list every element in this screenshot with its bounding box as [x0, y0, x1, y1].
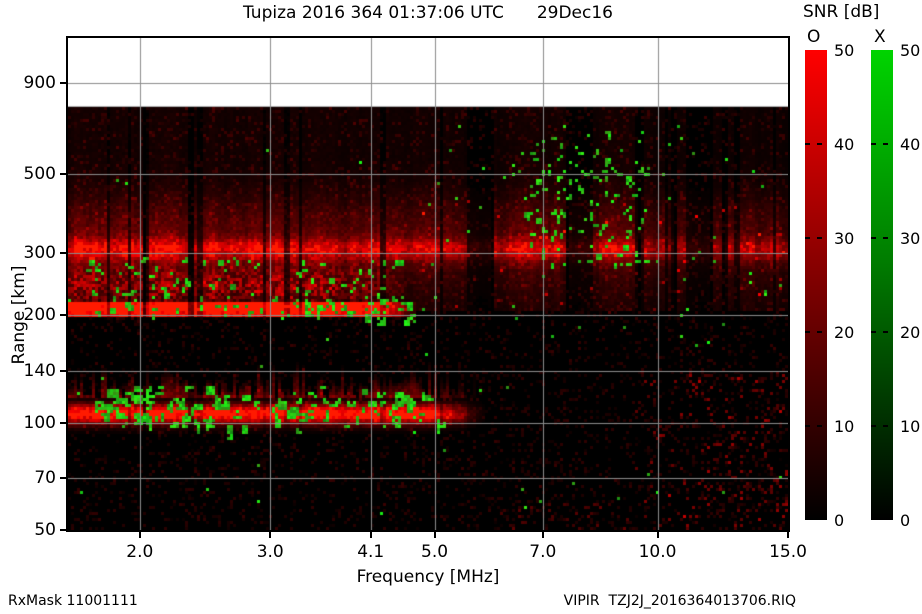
ionogram-heatmap: [68, 38, 788, 530]
o-colorbar-tick-label-50: 50: [834, 41, 855, 60]
y-tick-label-500: 500: [23, 163, 56, 184]
x-tick-mark: [138, 532, 141, 538]
o-colorbar-tick-label-0: 0: [834, 511, 845, 530]
x-mode-colorbar: [871, 50, 893, 520]
x-tick-mark: [369, 532, 372, 538]
ionogram-page: Tupiza 2016 364 01:37:06 UTC 29Dec16 Ran…: [0, 0, 922, 614]
y-tick-label-140: 140: [23, 360, 56, 381]
x-tick-label-2: 2.0: [126, 542, 154, 562]
x-tick-mark: [541, 532, 544, 538]
x-axis-label: Frequency [MHz]: [356, 567, 500, 587]
colorbar-tick-dash: [871, 425, 893, 427]
x-tick-mark: [656, 532, 659, 538]
x-colorbar-tick-label-40: 40: [900, 135, 921, 154]
y-tick-label-50: 50: [34, 520, 56, 540]
x-colorbar-tick-label-50: 50: [900, 41, 921, 60]
o-mode-colorbar: [805, 50, 827, 520]
x-tick-mark: [433, 532, 436, 538]
colorbar-tick-dash: [805, 237, 827, 239]
colorbar-tick-dash: [805, 143, 827, 145]
o-colorbar-tick-label-20: 20: [834, 323, 855, 342]
x-tick-label-10: 10.0: [638, 542, 677, 562]
y-tick-mark: [60, 369, 66, 372]
plot-title-date: 29Dec16: [536, 3, 613, 23]
x-colorbar-tick-label-0: 0: [900, 511, 911, 530]
plot-title-station-time: Tupiza 2016 364 01:37:06 UTC: [243, 3, 504, 23]
colorbar-tick-dash: [871, 331, 893, 333]
y-tick-label-900: 900: [23, 72, 56, 93]
x-colorbar-tick-label-20: 20: [900, 323, 921, 342]
colorbar-tick-dash: [871, 143, 893, 145]
rxmask-text: RxMask 11001111: [8, 593, 138, 609]
colorbar-tick-dash: [871, 237, 893, 239]
o-colorbar-tick-label-30: 30: [834, 229, 855, 248]
x-tick-label-3: 3.0: [256, 542, 284, 562]
o-mode-label: O: [807, 27, 821, 47]
y-tick-mark: [60, 421, 66, 424]
y-tick-mark: [60, 314, 66, 317]
x-tick-label-5: 5.0: [421, 542, 449, 562]
y-tick-label-70: 70: [34, 467, 56, 488]
colorbar-tick-dash: [805, 331, 827, 333]
x-tick-label-7: 7.0: [529, 542, 557, 562]
x-tick-label-15: 15.0: [769, 542, 807, 562]
o-colorbar-tick-label-10: 10: [834, 417, 855, 436]
y-tick-label-300: 300: [23, 242, 56, 263]
data-filename-text: VIPIR TZJ2J_2016364013706.RIQ: [563, 593, 796, 609]
x-tick-mark: [787, 532, 789, 538]
o-colorbar-tick-label-40: 40: [834, 135, 855, 154]
y-tick-mark: [60, 81, 66, 84]
x-tick-label-4.1: 4.1: [357, 542, 385, 562]
colorbar-title: SNR [dB]: [803, 2, 880, 22]
x-tick-mark: [269, 532, 272, 538]
x-colorbar-tick-label-30: 30: [900, 229, 921, 248]
y-tick-mark: [60, 251, 66, 254]
y-tick-mark: [60, 172, 66, 175]
y-tick-mark: [60, 529, 66, 531]
x-mode-label: X: [874, 27, 886, 47]
y-tick-label-100: 100: [23, 412, 56, 433]
y-tick-mark: [60, 476, 66, 479]
plot-title: Tupiza 2016 364 01:37:06 UTC 29Dec16: [68, 3, 788, 23]
colorbar-tick-dash: [805, 425, 827, 427]
x-colorbar-tick-label-10: 10: [900, 417, 921, 436]
y-tick-label-200: 200: [23, 305, 56, 326]
